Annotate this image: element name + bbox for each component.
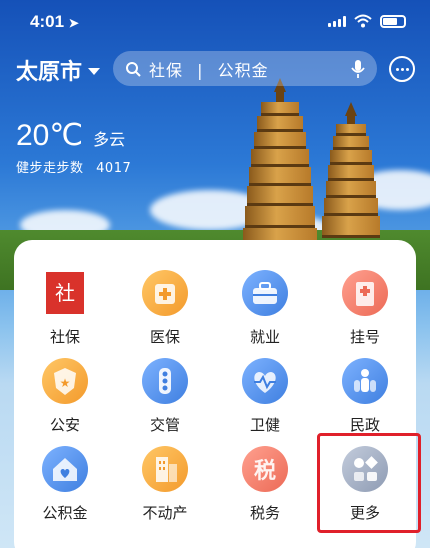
search-separator: | (197, 60, 204, 80)
service-shuiwu[interactable]: 税 税务 (215, 446, 315, 538)
caret-down-icon (88, 67, 101, 75)
microphone-icon[interactable] (351, 59, 365, 79)
service-label: 公安 (49, 416, 80, 434)
service-gongan[interactable]: ★ 公安 (15, 358, 115, 450)
service-label: 社保 (49, 328, 80, 346)
service-budongchan[interactable]: 不动产 (115, 446, 215, 538)
police-badge-icon: ★ (42, 358, 88, 404)
city-selector[interactable]: 太原市 (16, 54, 101, 86)
service-shebao[interactable]: 社 社保 (15, 270, 115, 362)
pagoda-left (240, 78, 320, 258)
weather-condition: 多云 (93, 130, 126, 149)
service-gongjijin[interactable]: 公积金 (15, 446, 115, 538)
hospital-icon (342, 270, 388, 316)
steps-label: 健步走步数 (16, 161, 84, 176)
service-yibao[interactable]: 医保 (115, 270, 215, 362)
search-icon (126, 61, 141, 77)
service-label: 卫健 (249, 416, 280, 434)
signal-icon (328, 15, 346, 27)
location-arrow-icon: ➤ (68, 16, 79, 30)
house-icon (42, 446, 88, 492)
battery-icon (380, 14, 406, 28)
svg-text:社: 社 (55, 281, 75, 305)
status-time: 4:01 ➤ (30, 12, 79, 31)
service-label: 就业 (249, 328, 280, 346)
weather-widget[interactable]: 20℃ 多云 健步走步数 4017 (16, 118, 131, 176)
city-name: 太原市 (16, 60, 83, 85)
service-label: 医保 (149, 328, 180, 346)
traffic-light-icon (142, 358, 188, 404)
step-count: 健步走步数 4017 (16, 157, 131, 176)
service-label: 交管 (149, 416, 180, 434)
svg-text:税: 税 (254, 458, 276, 484)
service-label: 民政 (349, 416, 380, 434)
service-weijian[interactable]: 卫健 (215, 358, 315, 450)
search-hint-2: 公积金 (217, 60, 269, 80)
service-label: 挂号 (349, 328, 380, 346)
service-jiuye[interactable]: 就业 (215, 270, 315, 362)
tax-icon: 税 (242, 446, 288, 492)
ellipsis-circle-icon[interactable] (389, 56, 415, 82)
steps-value: 4017 (96, 161, 132, 176)
status-bar: 4:01 ➤ (0, 0, 430, 44)
service-label: 税务 (249, 504, 280, 522)
temperature: 20℃ (16, 119, 84, 152)
highlight-box (317, 433, 421, 533)
search-hint-1: 社保 (149, 60, 184, 80)
medical-kit-icon (142, 270, 188, 316)
briefcase-icon (242, 270, 288, 316)
service-label: 公积金 (42, 504, 88, 522)
heartbeat-icon (242, 358, 288, 404)
service-label: 不动产 (142, 504, 188, 522)
svg-text:★: ★ (60, 376, 71, 390)
people-icon (342, 358, 388, 404)
pagoda-right (320, 102, 382, 252)
search-bar[interactable]: 社保 | 公积金 (113, 51, 377, 86)
building-icon (142, 446, 188, 492)
shebao-seal-icon: 社 (42, 270, 88, 316)
service-guahao[interactable]: 挂号 (315, 270, 415, 362)
wifi-icon (354, 14, 372, 28)
service-jiaoguan[interactable]: 交管 (115, 358, 215, 450)
